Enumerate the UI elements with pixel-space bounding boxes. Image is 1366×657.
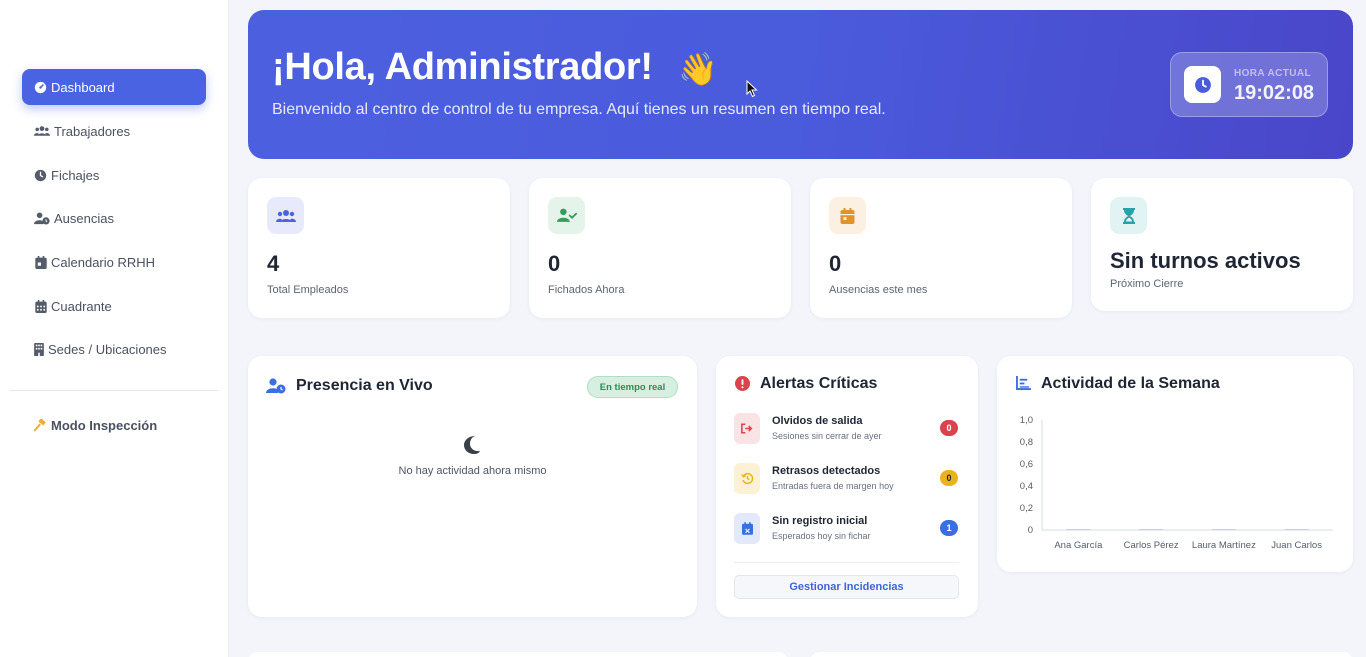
alert-subtitle: Esperados hoy sin fichar [772, 531, 871, 541]
alert-item-sin-registro[interactable]: Sin registro inicial Esperados hoy sin f… [734, 513, 960, 547]
chart-bar [1066, 529, 1091, 530]
alert-count-badge: 1 [940, 520, 958, 536]
alert-count-badge: 0 [940, 470, 958, 486]
y-tick-label: 0,8 [1020, 437, 1033, 448]
sidebar-item-label: Dashboard [51, 79, 115, 95]
stat-value: Sin turnos activos [1110, 248, 1301, 273]
manage-incidents-button[interactable]: Gestionar Incidencias [734, 575, 959, 599]
sidebar-item-label: Sedes / Ubicaciones [48, 341, 167, 357]
bottom-card-left [248, 652, 788, 657]
y-tick-label: 0,4 [1020, 481, 1033, 492]
y-tick-label: 0,2 [1020, 503, 1033, 514]
current-time-widget: HORA ACTUAL 19:02:08 [1170, 52, 1328, 117]
sidebar-item-sedes[interactable]: Sedes / Ubicaciones [22, 331, 206, 367]
calendar-icon [829, 197, 866, 234]
y-tick-label: 0 [1028, 525, 1033, 536]
sidebar-item-label: Ausencias [54, 210, 114, 226]
clock-label: HORA ACTUAL [1234, 68, 1311, 79]
user-clock-icon [266, 378, 286, 399]
stat-card-total-empleados: 4 Total Empleados [248, 178, 510, 318]
clock-icon [1184, 66, 1221, 103]
realtime-badge: En tiempo real [587, 376, 678, 398]
sidebar-item-fichajes[interactable]: Fichajes [22, 157, 206, 193]
sidebar-divider [10, 390, 218, 391]
welcome-banner: ¡Hola, Administrador! 👋 Bienvenido al ce… [248, 10, 1353, 159]
x-tick-label: Laura Martínez [1192, 540, 1256, 551]
alerts-title: Alertas Críticas [760, 375, 878, 392]
stat-value: 4 [267, 251, 280, 276]
chart-bar [1284, 529, 1309, 530]
sidebar-item-ausencias[interactable]: Ausencias [22, 200, 206, 236]
history-icon [734, 463, 760, 494]
sidebar-item-label: Modo Inspección [51, 417, 158, 433]
presence-panel: Presencia en Vivo En tiempo real No hay … [248, 356, 697, 617]
users-icon [34, 125, 50, 138]
users-icon [267, 197, 304, 234]
weekly-activity-panel: Actividad de la Semana 0 0,2 0,4 0,6 0,8 1,0 A… [997, 356, 1353, 572]
alert-title: Sin registro inicial [772, 515, 868, 527]
sign-out-icon [734, 413, 760, 444]
alert-item-retrasos[interactable]: Retrasos detectados Entradas fuera de ma… [734, 463, 960, 497]
alert-title: Olvidos de salida [772, 415, 863, 427]
sidebar-item-dashboard[interactable]: Dashboard [22, 69, 206, 105]
calendar-x-icon [734, 513, 760, 544]
clock-icon [34, 169, 47, 182]
sidebar-item-label: Cuadrante [51, 298, 112, 314]
stat-label: Total Empleados [267, 284, 349, 296]
sidebar: Dashboard Trabajadores Fichajes Ausencia… [0, 0, 229, 657]
alert-count-badge: 0 [940, 420, 958, 436]
sidebar-item-label: Trabajadores [54, 123, 131, 139]
sidebar-item-label: Calendario RRHH [51, 254, 156, 270]
hourglass-icon [1110, 197, 1147, 234]
mouse-cursor-icon [746, 79, 758, 103]
stat-value: 0 [829, 251, 842, 276]
sidebar-item-cuadrante[interactable]: Cuadrante [22, 288, 206, 324]
gavel-icon [34, 418, 47, 432]
presence-title: Presencia en Vivo [296, 377, 433, 394]
stat-label: Ausencias este mes [829, 284, 928, 296]
alert-subtitle: Sesiones sin cerrar de ayer [772, 431, 882, 441]
user-clock-icon [34, 212, 50, 225]
sidebar-item-trabajadores[interactable]: Trabajadores [22, 113, 206, 149]
y-tick-label: 0,6 [1020, 459, 1033, 470]
alert-title: Retrasos detectados [772, 465, 881, 477]
stat-label: Fichados Ahora [548, 284, 625, 296]
sidebar-item-label: Fichajes [51, 167, 100, 183]
bottom-card-right [810, 652, 1353, 657]
y-tick-label: 1,0 [1020, 415, 1033, 426]
stat-card-turnos: Sin turnos activos Próximo Cierre [1091, 178, 1353, 311]
empty-state-text: No hay actividad ahora mismo [398, 465, 547, 477]
stat-value: 0 [548, 251, 561, 276]
user-check-icon [548, 197, 585, 234]
x-tick-label: Carlos Pérez [1124, 540, 1179, 551]
alerts-panel: Alertas Críticas Olvidos de salida Sesio… [716, 356, 978, 617]
gauge-icon [34, 81, 47, 94]
alert-subtitle: Entradas fuera de margen hoy [772, 481, 894, 491]
divider [734, 562, 959, 563]
building-icon [34, 342, 44, 356]
stat-card-ausencias-mes: 0 Ausencias este mes [810, 178, 1072, 318]
chart-bar [1211, 529, 1236, 530]
welcome-subtitle: Bienvenido al centro de control de tu em… [272, 101, 886, 118]
stat-label: Próximo Cierre [1110, 278, 1184, 290]
alert-item-olvidos[interactable]: Olvidos de salida Sesiones sin cerrar de… [734, 413, 960, 447]
stat-card-fichados-ahora: 0 Fichados Ahora [529, 178, 791, 318]
chart-bar [1139, 529, 1164, 530]
page-title: ¡Hola, Administrador! [272, 46, 653, 88]
calendar-icon [34, 255, 47, 269]
moon-icon [463, 435, 481, 460]
grid-calendar-icon [34, 299, 47, 313]
sidebar-item-calendario-rrhh[interactable]: Calendario RRHH [22, 244, 206, 280]
sidebar-item-modo-inspeccion[interactable]: Modo Inspección [22, 407, 206, 443]
alert-circle-icon [735, 376, 750, 396]
weekly-activity-chart: 0 0,2 0,4 0,6 0,8 1,0 Ana García Carlos Pérez La… [1020, 415, 1333, 551]
clock-time: 19:02:08 [1234, 82, 1315, 104]
x-tick-label: Ana García [1054, 540, 1103, 551]
waving-hand-icon: 👋 [678, 51, 718, 87]
x-tick-label: Juan Carlos [1271, 540, 1322, 551]
